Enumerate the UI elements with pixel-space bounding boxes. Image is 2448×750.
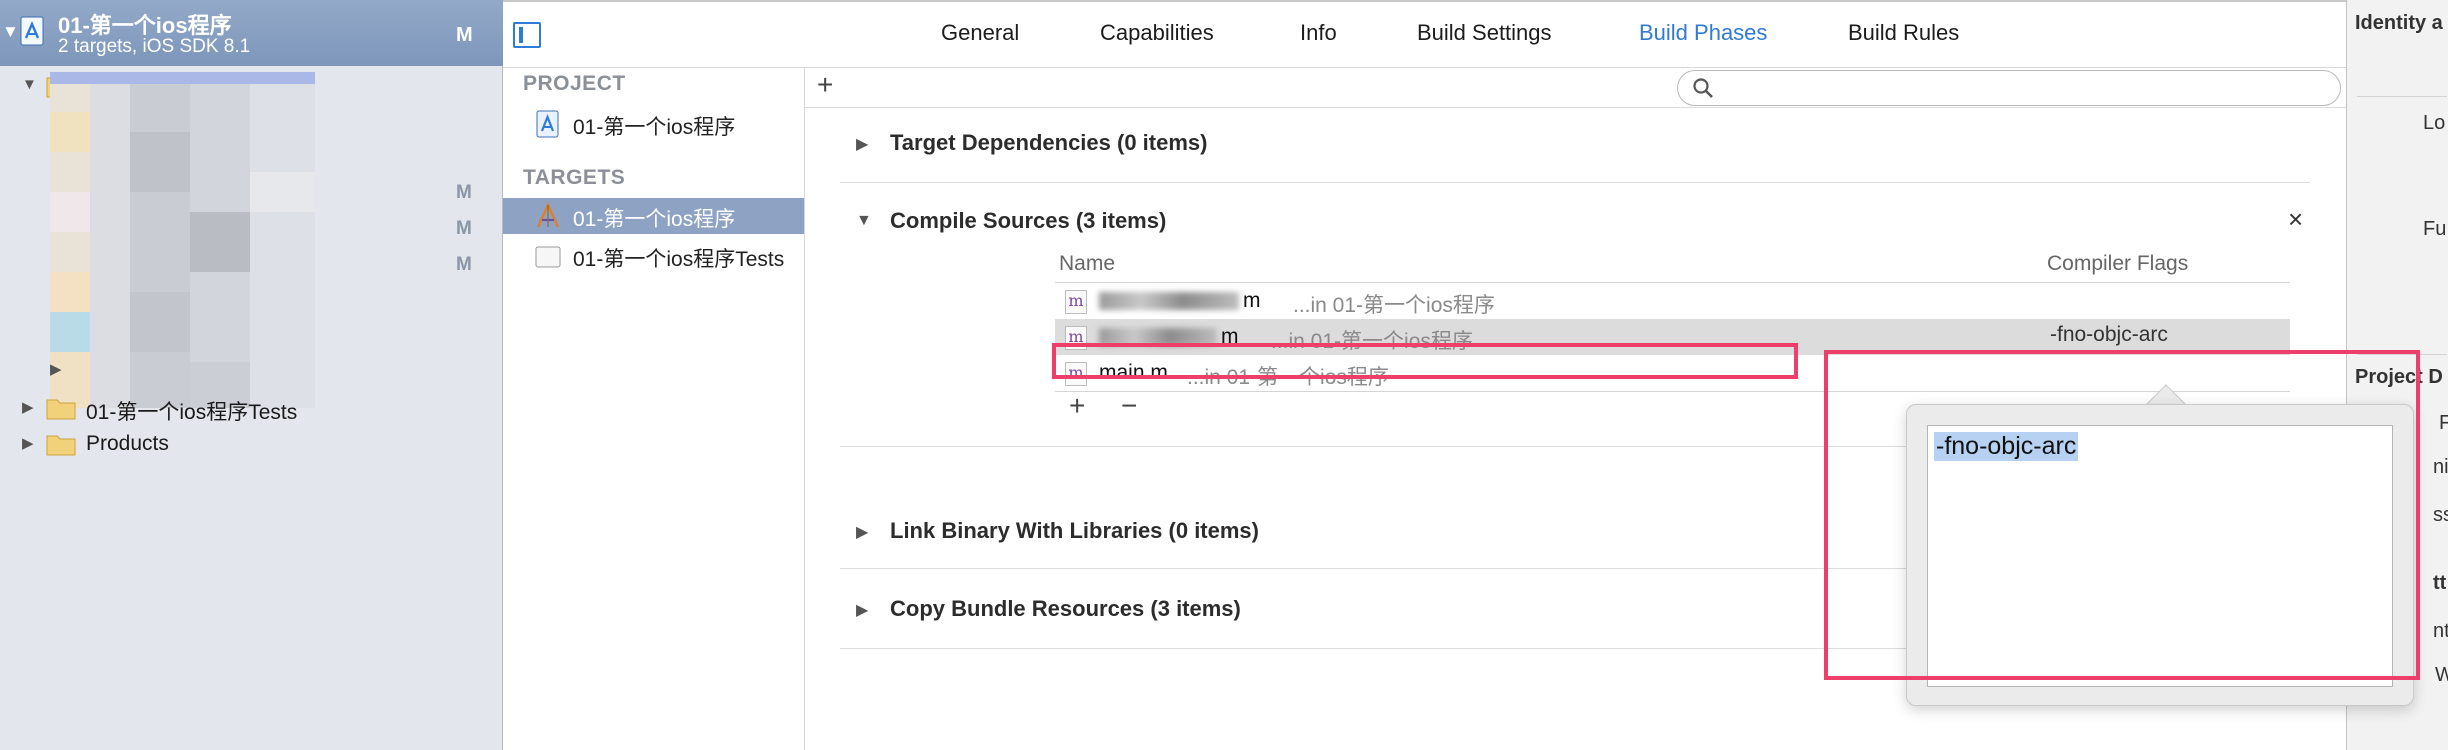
tab-build-phases[interactable]: Build Phases — [1639, 20, 1767, 46]
disclosure-triangle-icon[interactable]: ▶ — [856, 600, 868, 620]
tab-general[interactable]: General — [941, 20, 1019, 46]
divider — [2357, 96, 2447, 97]
file-name: main.m — [1099, 361, 1168, 384]
disclosure-triangle-icon[interactable]: ▼ — [2, 22, 19, 42]
inspector-heading: Identity a — [2355, 12, 2443, 34]
xcode-project-icon — [20, 16, 44, 46]
phase-title: Target Dependencies (0 items) — [890, 130, 1208, 155]
app-target-icon — [536, 202, 560, 228]
tab-build-rules[interactable]: Build Rules — [1848, 20, 1959, 46]
project-subtitle: 2 targets, iOS SDK 8.1 — [58, 36, 251, 57]
disclosure-triangle-icon[interactable]: ▶ — [22, 434, 34, 452]
table-row-selected[interactable]: m m ...in 01-第一个ios程序 -fno-objc-arc — [1055, 319, 2290, 355]
project-item-label: 01-第一个ios程序 — [573, 116, 736, 139]
project-item[interactable]: 01-第一个ios程序 — [503, 106, 804, 142]
table-row[interactable]: m main.m ...in 01-第一个ios程序 — [1055, 355, 2290, 391]
project-targets-pane: PROJECT 01-第一个ios程序 TARGETS 01-第一个ios程序 … — [503, 68, 805, 750]
redacted-filename — [1099, 328, 1217, 346]
modified-badge: M — [456, 254, 472, 275]
objc-source-file-icon: m — [1065, 326, 1087, 350]
project-navigator: ▼ 01-第一个ios程序 2 targets, iOS SDK 8.1 M ▼ — [0, 0, 503, 750]
add-build-phase-button[interactable]: + — [817, 69, 833, 101]
target-item-app[interactable]: 01-第一个ios程序 — [503, 198, 804, 234]
modified-badge: M — [456, 218, 472, 239]
compiler-flags-popover: -fno-objc-arc — [1906, 404, 2414, 706]
objc-source-file-icon: m — [1065, 362, 1087, 386]
modified-badge: M — [456, 24, 473, 46]
compiler-flags-text-field[interactable]: -fno-objc-arc — [1927, 425, 2393, 687]
redacted-filename — [1099, 292, 1239, 310]
add-file-button[interactable]: + — [1069, 390, 1085, 422]
file-location: ...in 01-第一个ios程序 — [1271, 330, 1473, 353]
table-row[interactable]: m m ...in 01-第一个ios程序 — [1055, 283, 2290, 319]
test-bundle-icon — [535, 246, 561, 268]
divider — [2357, 354, 2447, 355]
phase-title: Copy Bundle Resources (3 items) — [890, 596, 1241, 621]
filter-search-field[interactable] — [1677, 70, 2341, 106]
navigator-group-row[interactable]: ▶ — [50, 356, 110, 386]
target-item-tests[interactable]: 01-第一个ios程序Tests — [503, 238, 804, 274]
disclosure-triangle-icon[interactable]: ▼ — [22, 76, 37, 93]
file-location: ...in 01-第一个ios程序 — [1187, 366, 1389, 389]
folder-label: 01-第一个ios程序Tests — [86, 401, 298, 424]
inspector-label: W — [2435, 664, 2448, 687]
phase-title: Compile Sources (3 items) — [890, 208, 1167, 233]
navigator-products-folder[interactable]: ▶ Products — [22, 430, 462, 460]
folder-icon — [46, 435, 76, 456]
project-heading: PROJECT — [523, 72, 626, 95]
disclosure-triangle-icon[interactable]: ▶ — [22, 398, 34, 416]
disclosure-triangle-icon[interactable]: ▶ — [50, 360, 62, 378]
build-phases-toolbar: + — [805, 68, 2346, 108]
disclosure-triangle-icon[interactable]: ▼ — [856, 212, 872, 230]
inspector-label: nt — [2433, 620, 2448, 642]
close-icon[interactable]: × — [2288, 204, 2303, 235]
inspector-heading: tt — [2433, 572, 2447, 594]
navigator-tests-folder[interactable]: ▶ 01-第一个ios程序Tests — [22, 394, 462, 424]
inspector-label: Lo — [2423, 112, 2446, 134]
inspector-label: F — [2439, 412, 2448, 435]
editor-tab-bar: General Capabilities Info Build Settings… — [503, 0, 2346, 68]
xcode-project-icon — [536, 110, 559, 138]
target-item-label: 01-第一个ios程序 — [573, 208, 736, 231]
targets-heading: TARGETS — [523, 166, 626, 189]
search-icon — [1693, 78, 1713, 98]
file-name: m — [1221, 325, 1239, 348]
sidebar-toggle-icon[interactable] — [513, 22, 541, 48]
inspector-label: niz — [2433, 456, 2448, 478]
inspector-label: Fu — [2423, 218, 2447, 240]
tab-build-settings[interactable]: Build Settings — [1417, 20, 1552, 46]
disclosure-triangle-icon[interactable]: ▶ — [856, 522, 868, 542]
file-name: m — [1243, 289, 1261, 312]
disclosure-triangle-icon[interactable]: ▶ — [856, 134, 868, 154]
tab-capabilities[interactable]: Capabilities — [1100, 20, 1214, 46]
compiler-flags-value[interactable]: -fno-objc-arc — [1934, 432, 2079, 461]
file-location: ...in 01-第一个ios程序 — [1293, 294, 1495, 317]
compiler-flags-cell[interactable]: -fno-objc-arc — [2050, 323, 2168, 347]
navigator-project-row[interactable]: ▼ 01-第一个ios程序 2 targets, iOS SDK 8.1 M — [0, 0, 503, 66]
remove-file-button[interactable]: − — [1121, 390, 1137, 422]
column-header-name[interactable]: Name — [1059, 252, 1115, 276]
folder-label: Products — [86, 432, 169, 455]
folder-icon — [46, 399, 76, 420]
tab-info[interactable]: Info — [1300, 20, 1337, 46]
inspector-label: ss — [2433, 504, 2448, 526]
modified-badge: M — [456, 182, 472, 203]
divider — [840, 182, 2310, 183]
target-item-label: 01-第一个ios程序Tests — [573, 248, 785, 271]
inspector-heading: Project D — [2355, 366, 2443, 388]
phase-title: Link Binary With Libraries (0 items) — [890, 518, 1259, 543]
objc-source-file-icon: m — [1065, 290, 1087, 314]
divider — [1055, 391, 2290, 392]
column-header-compiler-flags[interactable]: Compiler Flags — [2047, 252, 2188, 276]
